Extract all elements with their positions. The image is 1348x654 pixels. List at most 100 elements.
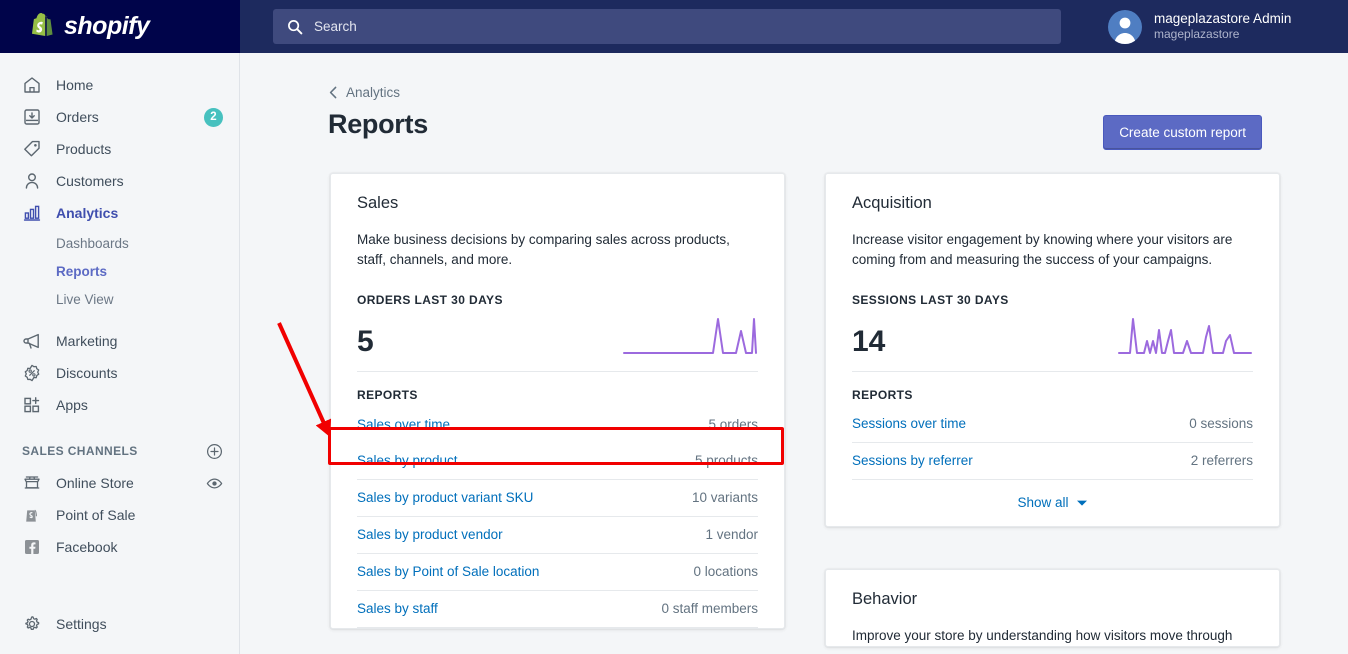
plus-circle-icon[interactable] (206, 443, 223, 460)
report-link[interactable]: Sessions by referrer (852, 453, 973, 468)
tag-icon (24, 140, 40, 157)
right-column: Acquisition Increase visitor engagement … (825, 173, 1280, 647)
report-count: 10 variants (691, 490, 758, 505)
sidebar-item-online-store[interactable]: Online Store (0, 467, 239, 499)
top-bar: shopify Search mageplazastore Admin mage… (0, 0, 1348, 53)
report-link[interactable]: Sales over time (357, 417, 450, 432)
avatar (1108, 9, 1142, 44)
report-link[interactable]: Sessions over time (852, 416, 966, 431)
sales-card-description: Make business decisions by comparing sal… (357, 232, 730, 268)
sidebar-subitem-live-view[interactable]: Live View (0, 285, 239, 313)
sales-card-title: Sales (357, 194, 399, 212)
sidebar-item-home[interactable]: Home (0, 69, 239, 101)
report-row-sessions-over-time[interactable]: Sessions over time 0 sessions (852, 406, 1253, 443)
search-icon (288, 19, 303, 34)
bar-chart-icon (23, 205, 41, 221)
acquisition-reports-label: REPORTS (852, 387, 913, 402)
sidebar-subitem-label: Live View (56, 291, 114, 307)
report-count: 5 orders (708, 416, 758, 432)
breadcrumb-label: Analytics (346, 85, 401, 100)
apps-grid-plus-icon (24, 397, 40, 413)
sidebar-item-settings[interactable]: Settings (0, 608, 240, 640)
search-input[interactable]: Search (273, 9, 1061, 44)
sidebar-subitem-dashboards[interactable]: Dashboards (0, 229, 239, 257)
report-link[interactable]: Sales by staff (357, 601, 438, 616)
report-count: 0 staff members (661, 601, 758, 616)
report-count: 0 sessions (1189, 416, 1253, 431)
sessions-sparkline-chart (1118, 317, 1252, 354)
sidebar-item-label: Marketing (56, 333, 118, 349)
main-content: Analytics Reports Create custom report S… (240, 53, 1348, 654)
sidebar-item-products[interactable]: Products (0, 133, 239, 165)
sidebar-item-label: Apps (56, 397, 88, 413)
sidebar-subitem-label: Reports (56, 263, 108, 279)
report-row-sales-by-pos-location[interactable]: Sales by Point of Sale location 0 locati… (357, 554, 758, 591)
sidebar-item-discounts[interactable]: Discounts (0, 357, 239, 389)
report-card-columns: Sales Make business decisions by compari… (330, 173, 1280, 647)
sidebar-item-customers[interactable]: Customers (0, 165, 239, 197)
orders-sparkline-chart (623, 317, 757, 354)
sales-reports-label: REPORTS (357, 387, 418, 402)
sidebar-item-apps[interactable]: Apps (0, 389, 239, 421)
acquisition-card-description: Increase visitor engagement by knowing w… (852, 232, 1233, 268)
behavior-card-description: Improve your store by understanding how … (852, 627, 1233, 643)
user-menu[interactable]: mageplazastore Admin mageplazastore (1090, 0, 1348, 53)
acquisition-card-title: Acquisition (852, 194, 932, 212)
sidebar-item-label: Orders (56, 109, 99, 125)
sidebar: Home Orders 2 Products Customers Analyti… (0, 53, 240, 654)
sidebar-item-label: Home (56, 77, 94, 93)
show-all-button[interactable]: Show all (852, 480, 1253, 526)
report-link[interactable]: Sales by product variant SKU (357, 490, 533, 505)
sales-channels-header: SALES CHANNELS (0, 435, 239, 467)
page-title: Reports (328, 109, 428, 139)
sales-card-divider (357, 370, 758, 372)
discount-percent-icon (24, 364, 40, 382)
breadcrumb[interactable]: Analytics (328, 85, 400, 100)
report-row-sales-by-staff[interactable]: Sales by staff 0 staff members (357, 591, 758, 628)
storefront-icon (24, 476, 40, 489)
report-count: 0 locations (693, 564, 758, 579)
orders-badge: 2 (204, 107, 223, 127)
user-store-name: mageplazastore (1154, 27, 1240, 42)
sidebar-item-label: Analytics (56, 205, 119, 221)
settings-container: Settings (0, 608, 240, 640)
shopify-admin-window: shopify Search mageplazastore Admin mage… (0, 0, 1348, 654)
facebook-icon (25, 540, 39, 554)
home-icon (24, 77, 40, 93)
report-count: 1 vendor (705, 527, 758, 542)
user-avatar-icon (1114, 17, 1136, 44)
behavior-card: Behavior Improve your store by understan… (825, 568, 1280, 647)
shopify-logo[interactable]: shopify (0, 0, 240, 53)
report-link[interactable]: Sales by product vendor (357, 527, 503, 542)
search-placeholder: Search (314, 19, 357, 34)
acquisition-card: Acquisition Increase visitor engagement … (825, 173, 1280, 527)
report-row-sales-by-product-vendor[interactable]: Sales by product vendor 1 vendor (357, 517, 758, 554)
create-custom-report-button[interactable]: Create custom report (1103, 115, 1262, 150)
eye-icon[interactable] (206, 475, 223, 492)
report-row-sessions-by-referrer[interactable]: Sessions by referrer 2 referrers (852, 443, 1253, 480)
chevron-down-icon (1076, 500, 1087, 506)
sidebar-item-analytics[interactable]: Analytics (0, 197, 239, 229)
chevron-left-icon (329, 86, 337, 99)
show-all-label: Show all (1017, 495, 1069, 510)
report-row-sales-by-product[interactable]: Sales by product 5 products (357, 443, 758, 480)
sidebar-item-facebook[interactable]: Facebook (0, 531, 239, 563)
report-link[interactable]: Sales by Point of Sale location (357, 564, 539, 579)
search-container: Search (273, 9, 1061, 44)
sales-metric-value: 5 (357, 324, 374, 358)
acquisition-card-divider (852, 370, 1253, 372)
report-link[interactable]: Sales by product (357, 453, 458, 468)
sidebar-item-orders[interactable]: Orders 2 (0, 101, 239, 133)
report-row-sales-by-product-variant-sku[interactable]: Sales by product variant SKU 10 variants (357, 480, 758, 517)
sidebar-item-label: Customers (56, 173, 124, 189)
left-column: Sales Make business decisions by compari… (330, 173, 785, 647)
sidebar-item-marketing[interactable]: Marketing (0, 325, 239, 357)
sidebar-item-label: Settings (56, 616, 107, 632)
report-row-sales-over-time[interactable]: Sales over time 5 orders (357, 406, 758, 443)
sidebar-item-point-of-sale[interactable]: Point of Sale (0, 499, 239, 531)
sidebar-subitem-reports[interactable]: Reports (0, 257, 239, 285)
sidebar-subitem-label: Dashboards (56, 235, 129, 251)
acquisition-metric-label: SESSIONS LAST 30 DAYS (852, 292, 1009, 307)
report-count: 2 referrers (1190, 453, 1253, 468)
